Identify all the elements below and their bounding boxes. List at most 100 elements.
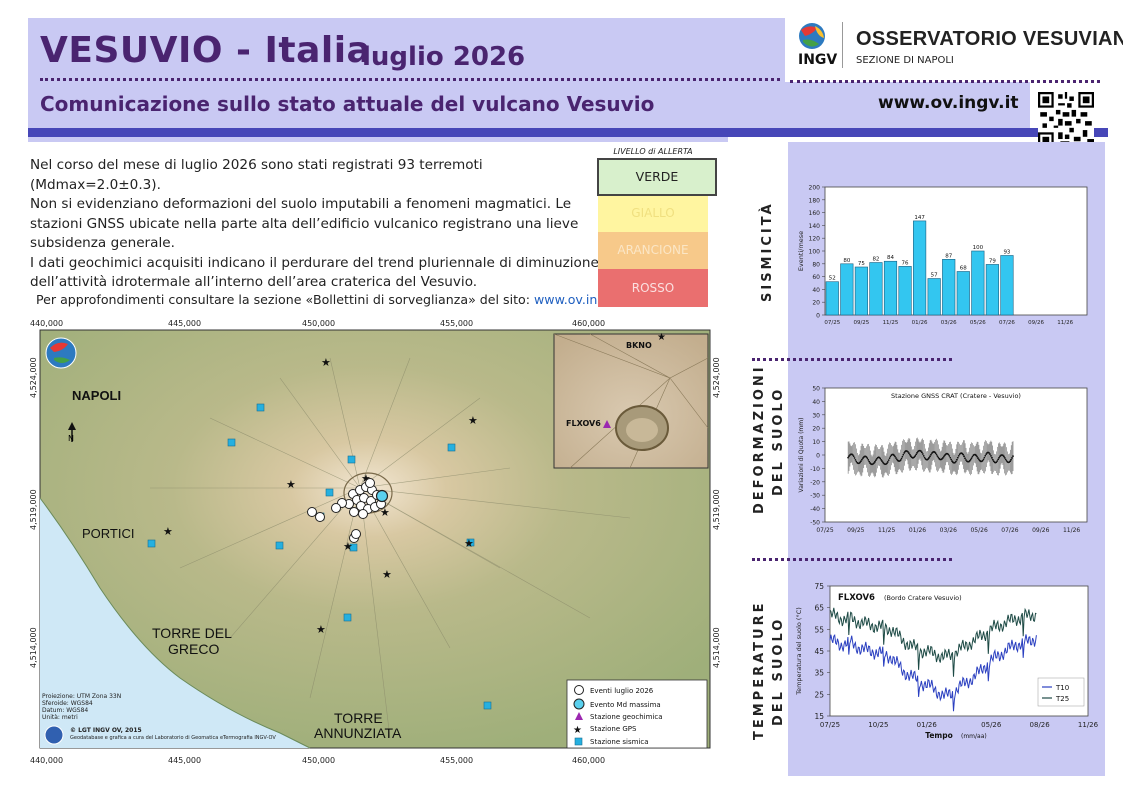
soil-temperature-chart: FLXOV6 (Bordo Cratere Vesuvio) 15 25 35 45 55 6…	[795, 582, 1099, 740]
map-x-tick: 440,000	[30, 756, 63, 765]
x-tick-label: 09/25	[847, 527, 864, 534]
place-torre-del-greco-1: TORRE DEL	[152, 625, 232, 641]
x-tick-label: 05/26	[970, 527, 987, 534]
data-point	[982, 458, 985, 461]
alert-level-rosso: ROSSO	[598, 269, 708, 307]
data-point	[948, 455, 951, 457]
data-point	[1003, 457, 1006, 459]
gps-station-star-icon: ★	[464, 537, 474, 550]
x-tick-label: 08/26	[1030, 721, 1051, 729]
bar-value-label: 76	[902, 260, 909, 266]
data-point	[915, 453, 918, 456]
y-tick-label: 140	[809, 223, 821, 230]
y-tick-label: 0	[816, 453, 820, 460]
legend-item: Stazione GPS	[590, 725, 637, 733]
y-axis-label: Eventi/mese	[797, 231, 805, 271]
x-tick-label: 11/25	[878, 527, 895, 534]
legend-gps-icon: ★	[573, 725, 582, 736]
map-x-tick: 445,000	[168, 319, 201, 328]
y-tick-label: 160	[809, 210, 821, 217]
legend-seismic-icon	[574, 737, 583, 746]
qr-code-icon[interactable]	[1038, 92, 1094, 148]
section-label-seismicity: SISMICITÀ	[760, 201, 775, 302]
x-tick-label: 09/26	[1028, 320, 1044, 326]
y-tick-label: 40	[812, 399, 820, 406]
description-line: subsidenza generale.	[30, 235, 175, 251]
data-point	[950, 458, 953, 461]
data-point	[990, 456, 993, 459]
x-tick-label: 07/25	[824, 320, 840, 326]
seismic-station	[256, 403, 265, 412]
data-point	[908, 452, 910, 455]
y-tick-label: 30	[812, 412, 820, 419]
data-point	[962, 453, 965, 456]
data-point	[949, 456, 952, 459]
data-point	[900, 457, 903, 460]
data-point	[854, 458, 857, 461]
y-axis-label: Temperatura del suolo (°C)	[795, 607, 803, 696]
data-point	[901, 455, 904, 458]
event-marker	[351, 529, 361, 539]
seismic-station	[325, 488, 334, 497]
section-label-deformation-2: DEL SUOLO	[771, 386, 786, 496]
data-point	[929, 455, 932, 458]
website-link[interactable]: www.ov.ingv.it	[878, 93, 1019, 113]
y-tick-label: 20	[812, 426, 820, 433]
map-x-tick: 440,000	[30, 319, 63, 328]
seismicity-chart: 0 20 40 60 80 100 120 140 160 180 200 Eventi/mese 52…	[797, 185, 1088, 326]
data-point	[1010, 458, 1013, 461]
bar	[913, 220, 927, 316]
y-tick-label: 180	[809, 197, 821, 204]
x-tick-label: 07/25	[820, 721, 840, 729]
event-marker	[349, 507, 359, 517]
x-tick-label: 01/26	[909, 527, 926, 534]
seismic-station	[227, 438, 236, 447]
max-magnitude-event	[375, 489, 389, 503]
description-line: (Mdmax=2.0±0.3).	[30, 176, 161, 193]
map-legend: Eventi luglio 2026 Evento Md massima Sta…	[566, 679, 708, 749]
gps-station-star-icon: ★	[382, 568, 392, 581]
data-point	[991, 458, 994, 461]
y-tick-label: 60	[812, 274, 820, 281]
y-tick-label: 20	[812, 300, 820, 307]
page-date: luglio 2026	[362, 42, 526, 72]
map-y-tick: 4,524,000	[712, 357, 721, 398]
place-torre-del-greco-2: GRECO	[168, 641, 219, 657]
data-point	[990, 454, 992, 457]
y-tick-label: 35	[814, 669, 824, 678]
x-tick-label: 07/25	[816, 527, 833, 534]
y-tick-label: 45	[814, 647, 824, 656]
bar-value-label: 100	[973, 245, 984, 251]
data-point	[895, 457, 897, 459]
y-tick-label: -50	[810, 520, 820, 527]
event-marker	[331, 503, 341, 513]
x-tick-label: 11/26	[1063, 527, 1080, 534]
y-tick-label: 40	[812, 287, 820, 294]
x-tick-label: 11/26	[1078, 721, 1099, 729]
legend-item: Eventi luglio 2026	[590, 687, 654, 695]
data-point	[1012, 455, 1014, 458]
data-point	[989, 453, 991, 456]
data-point	[873, 460, 876, 463]
data-point	[935, 453, 938, 456]
section-label-deformation: DEFORMAZIONI	[752, 364, 767, 514]
seismic-station	[343, 613, 352, 622]
event-marker	[358, 509, 368, 519]
data-point	[867, 459, 870, 461]
data-point	[894, 455, 897, 458]
data-point	[996, 460, 999, 462]
x-tick-label: 09/26	[1032, 527, 1049, 534]
bar-value-label: 84	[887, 255, 894, 261]
data-point	[887, 459, 890, 462]
data-point	[984, 454, 987, 457]
data-point	[997, 458, 1000, 461]
map-x-tick: 460,000	[572, 756, 605, 765]
alert-level-arancione: ARANCIONE	[598, 232, 708, 269]
y-tick-label: -20	[810, 479, 820, 486]
gps-station-star-icon: ★	[321, 356, 331, 369]
legend-event-icon	[574, 685, 584, 695]
y-tick-label: 55	[814, 625, 824, 634]
legend-label: T10	[1055, 684, 1069, 692]
place-portici: PORTICI	[82, 526, 135, 541]
event-marker	[307, 507, 317, 517]
